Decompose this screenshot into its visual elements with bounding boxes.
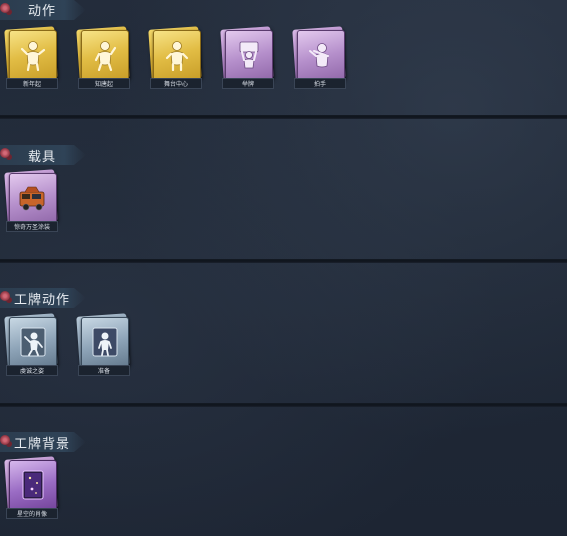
card-image — [297, 30, 345, 84]
flower-ornament-icon — [0, 291, 10, 301]
badge-figure-icon — [20, 327, 46, 357]
item-label: 惊奇万圣涂装 — [6, 221, 58, 232]
card-image — [9, 460, 57, 514]
badge-background-icon — [22, 470, 44, 500]
card-image — [153, 30, 201, 84]
section-header-badge-actions: 工牌动作 — [0, 288, 86, 310]
item-card[interactable]: 拍手 — [292, 26, 346, 92]
badge-figure-icon — [92, 327, 118, 357]
item-card[interactable]: 举牌 — [220, 26, 274, 92]
card-image — [225, 30, 273, 84]
section-header-actions: 动作 — [0, 0, 86, 22]
item-card[interactable]: 准备 — [76, 313, 130, 379]
section-title: 载具 — [28, 150, 57, 165]
item-card[interactable]: 虔诚之姿 — [4, 313, 58, 379]
item-label: 虔诚之姿 — [6, 365, 58, 376]
section-header-vehicles: 载具 — [0, 145, 86, 167]
item-label: 新年起 — [6, 78, 58, 89]
sign-holding-figure-icon — [239, 41, 259, 69]
section-header-badge-backgrounds: 工牌背景 — [0, 432, 86, 454]
flower-ornament-icon — [0, 148, 10, 158]
item-label: 拍手 — [294, 78, 346, 89]
vehicle-icon — [19, 186, 45, 211]
card-image — [81, 317, 129, 371]
item-label: 知唐起 — [78, 78, 130, 89]
section-title: 动作 — [28, 4, 57, 19]
clapping-figure-icon — [309, 43, 329, 68]
dancing-figure-icon — [165, 41, 189, 71]
item-label: 准备 — [78, 365, 130, 376]
section-actions: 动作 新年起 知唐起 舞台中心 举牌 拍手 — [0, 0, 567, 115]
item-card[interactable]: 惊奇万圣涂装 — [4, 169, 58, 235]
item-label: 举牌 — [222, 78, 274, 89]
section-vehicles: 载具 惊奇万圣涂装 — [0, 145, 567, 255]
dancing-figure-icon — [94, 41, 117, 71]
section-divider — [0, 113, 567, 121]
item-label: 星空的肖像 — [6, 508, 58, 519]
item-card[interactable]: 新年起 — [4, 26, 58, 92]
card-image — [9, 317, 57, 371]
card-image — [81, 30, 129, 84]
item-card[interactable]: 知唐起 — [76, 26, 130, 92]
section-title: 工牌背景 — [14, 437, 71, 452]
section-divider — [0, 401, 567, 409]
item-card[interactable]: 星空的肖像 — [4, 456, 58, 522]
flower-ornament-icon — [0, 3, 10, 13]
section-divider — [0, 257, 567, 265]
flower-ornament-icon — [0, 435, 10, 445]
item-card[interactable]: 舞台中心 — [148, 26, 202, 92]
card-image — [9, 173, 57, 227]
item-label: 舞台中心 — [150, 78, 202, 89]
dancing-figure-icon — [20, 41, 46, 71]
section-badge-backgrounds: 工牌背景 星空的肖像 — [0, 432, 567, 536]
section-title: 工牌动作 — [14, 293, 71, 308]
section-badge-actions: 工牌动作 虔诚之姿 准备 — [0, 288, 567, 398]
card-image — [9, 30, 57, 84]
